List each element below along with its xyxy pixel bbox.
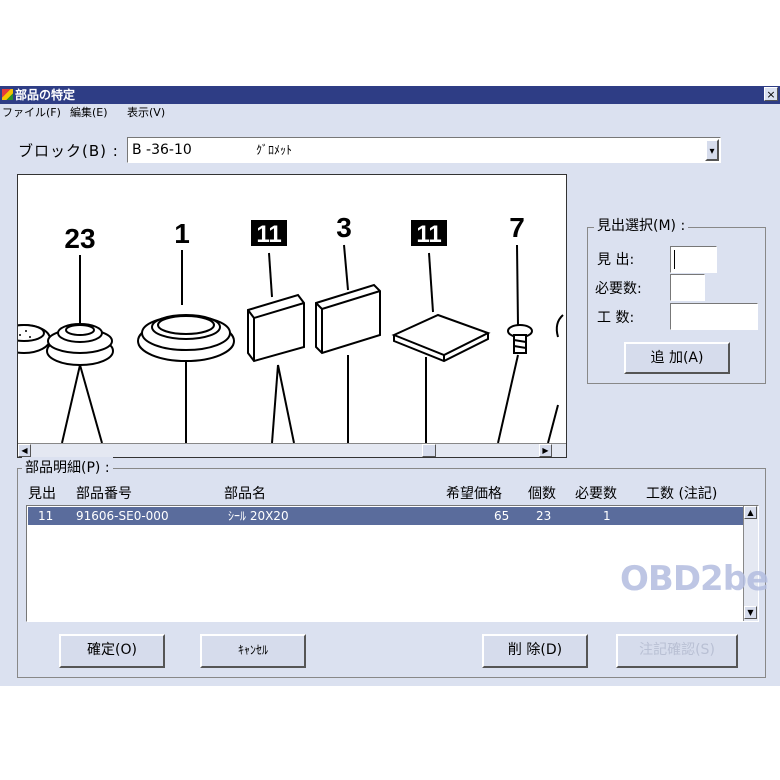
labor-label: 工 数: (597, 310, 635, 326)
diagram-label-11a: 11 (256, 221, 281, 248)
text-cursor (674, 250, 675, 269)
column-header-part-number: 部品番号 (76, 486, 132, 502)
column-header-quantity: 個数 (528, 486, 556, 502)
diagram-label-3: 3 (336, 212, 352, 243)
title-bar: 部品の特定 × (0, 86, 780, 104)
cell-required: 1 (603, 509, 611, 523)
cell-quantity: 23 (536, 509, 552, 523)
menu-bar: ファイル(F) 編集(E) 表示(V) (0, 104, 780, 122)
window-title: 部品の特定 (15, 88, 76, 102)
column-header-part-name: 部品名 (224, 486, 266, 502)
cell-part-number: 91606-SE0-000 (76, 509, 169, 523)
block-dropdown[interactable]: B -36-10 ｸﾞﾛﾒｯﾄ ▾ (127, 137, 721, 163)
column-header-price: 希望価格 (446, 486, 502, 502)
scroll-left-icon[interactable]: ◀ (18, 444, 31, 457)
cancel-button[interactable]: ｷｬﾝｾﾙ (200, 634, 306, 668)
menu-file[interactable]: ファイル(F) (2, 104, 61, 122)
labor-input[interactable] (670, 303, 758, 330)
delete-button[interactable]: 削 除(D) (482, 634, 588, 668)
app-icon (2, 89, 13, 100)
diagram-label-1: 1 (174, 218, 190, 249)
diagram-label-11b: 11 (416, 221, 441, 248)
cell-price: 65 (494, 509, 510, 523)
diagram-label-7: 7 (509, 212, 525, 243)
scroll-up-icon[interactable]: ▲ (744, 506, 757, 519)
column-header-labor-notes: 工数 (注記) (646, 486, 718, 502)
column-header-required: 必要数 (575, 486, 617, 502)
cell-midashi: 11 (38, 509, 54, 523)
selection-group-title: 見出選択(M) : (594, 215, 689, 235)
block-label: ブロック(B) : (18, 142, 119, 160)
chevron-down-icon[interactable]: ▾ (705, 139, 719, 161)
parts-diagram[interactable]: 23 1 11 3 11 7 ◀ ▶ (17, 174, 567, 458)
column-header-midashi: 見出 (28, 486, 56, 502)
block-code: B -36-10 (132, 142, 192, 158)
required-qty-input[interactable] (670, 274, 705, 301)
watermark-logo: OBD2be (620, 559, 769, 599)
required-qty-label: 必要数: (595, 281, 642, 297)
confirm-button[interactable]: 確定(O) (59, 634, 165, 668)
add-button[interactable]: 追 加(A) (624, 342, 730, 374)
table-row[interactable]: 11 91606-SE0-000 ｼｰﾙ 20X20 65 23 1 (28, 507, 744, 525)
menu-view[interactable]: 表示(V) (127, 104, 165, 122)
diagram-horizontal-scrollbar[interactable]: ◀ ▶ (18, 443, 566, 457)
scroll-down-icon[interactable]: ▼ (744, 606, 757, 619)
midashi-input[interactable] (670, 246, 717, 273)
block-name: ｸﾞﾛﾒｯﾄ (256, 143, 293, 157)
midashi-label: 見 出: (597, 252, 635, 268)
diagram-label-23: 23 (64, 223, 95, 254)
parts-detail-title: 部品明細(P) : (22, 457, 113, 477)
note-confirm-button[interactable]: 注記確認(S) (616, 634, 738, 668)
close-button[interactable]: × (764, 87, 778, 101)
menu-edit[interactable]: 編集(E) (70, 104, 108, 122)
scroll-right-icon[interactable]: ▶ (539, 444, 552, 457)
parts-illustration: 23 1 11 3 11 7 (18, 212, 564, 443)
cell-part-name: ｼｰﾙ 20X20 (228, 509, 289, 523)
horizontal-scroll-thumb[interactable] (422, 444, 436, 457)
